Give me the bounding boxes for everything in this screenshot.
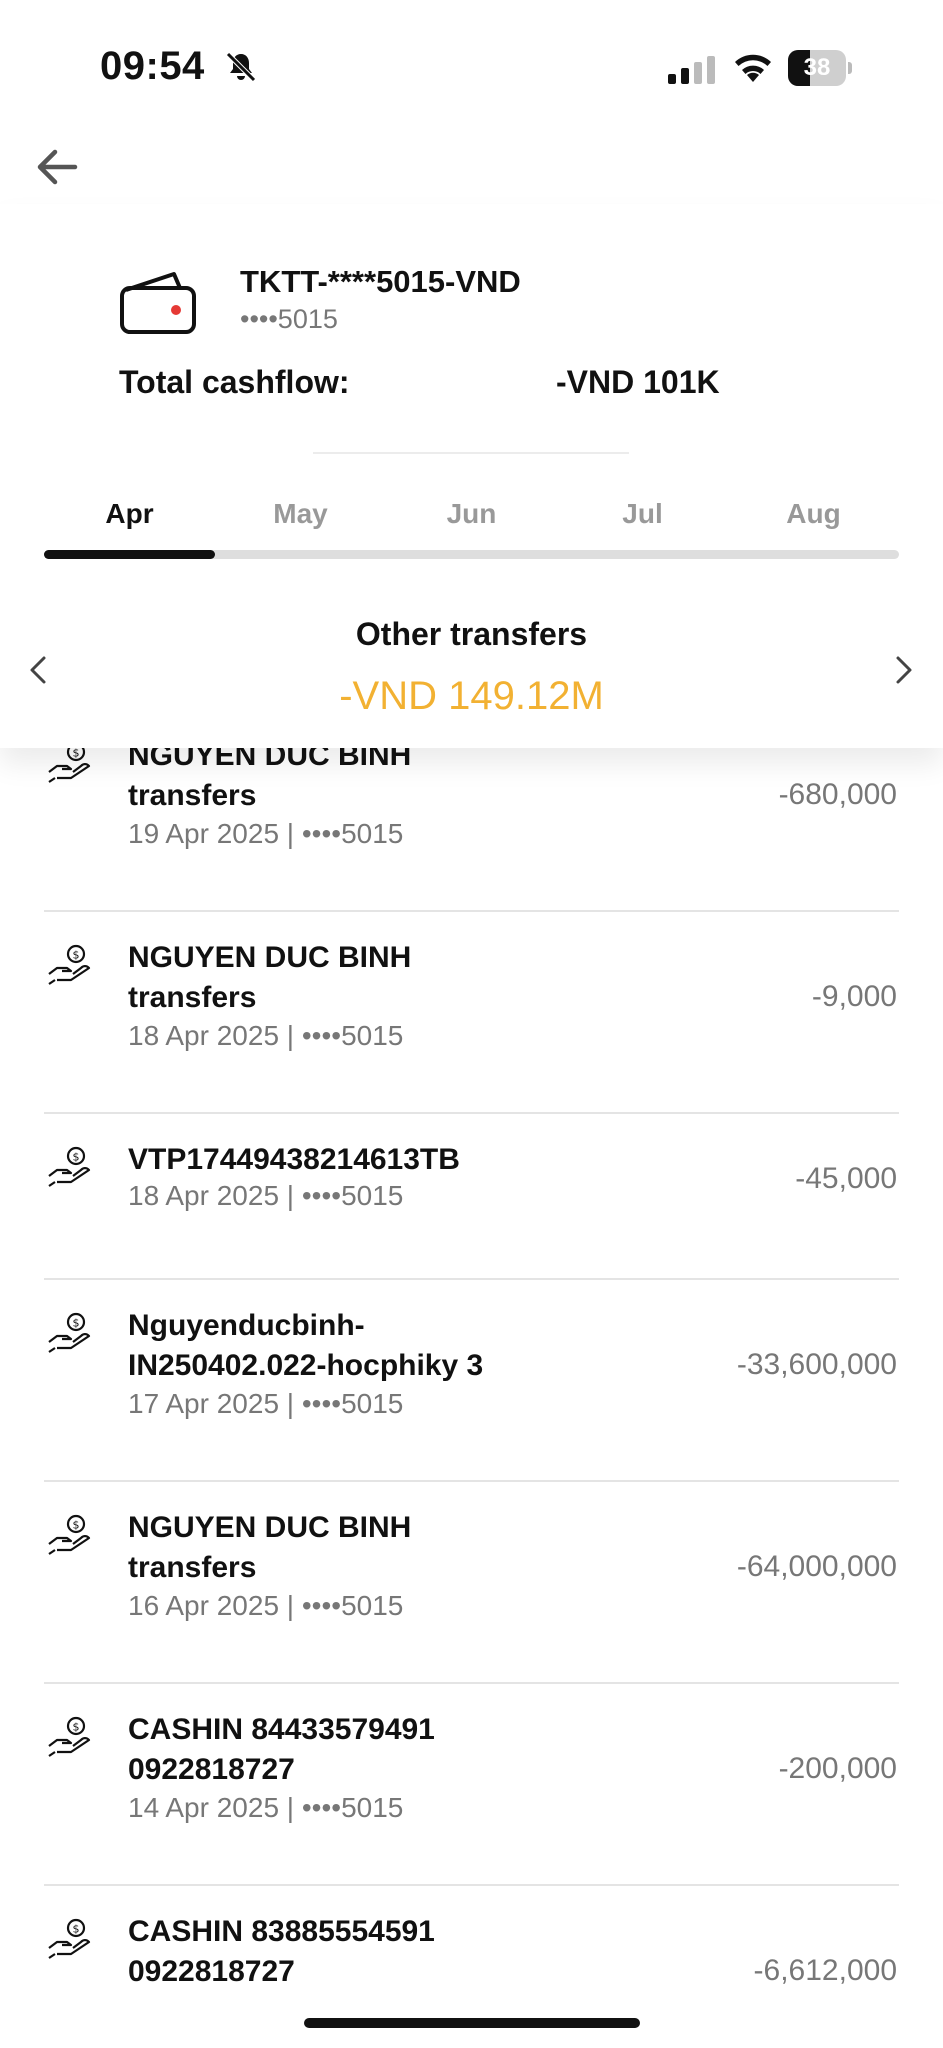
wallet-dot [171,305,181,315]
svg-text:$: $ [73,1317,80,1330]
transaction-title-line2: 0922818727 [128,1753,295,1786]
transaction-amount: -33,600,000 [736,1348,897,1381]
transaction-row[interactable]: $ NGUYEN DUC BINH transfers 18 Apr 2025 … [0,912,943,1114]
tab-aug[interactable]: Aug [728,484,899,544]
transaction-title-line1: NGUYEN DUC BINH [128,941,412,974]
svg-text:$: $ [73,949,80,962]
tab-indicator [44,550,215,559]
money-hand-icon: $ [48,1312,91,1353]
transaction-title: Nguyenducbinh- IN250402.022-hocphiky 3 [128,1306,568,1386]
transaction-amount: -200,000 [778,1752,897,1785]
transaction-title: CASHIN 83885554591 0922818727 [128,1912,568,1992]
money-hand-icon: $ [48,1514,91,1555]
transaction-date: 18 Apr 2025 | ••••5015 [128,1020,404,1051]
transaction-row[interactable]: $ VTP17449438214613TB 18 Apr 2025 | ••••… [0,1114,943,1280]
transaction-title-line1: CASHIN 83885554591 [128,1915,435,1948]
transaction-row[interactable]: $ CASHIN 84433579491 0922818727 14 Apr 2… [0,1684,943,1886]
tab-may[interactable]: May [215,484,386,544]
transaction-title: NGUYEN DUC BINH transfers [128,938,568,1018]
account-summary-card: TKTT-****5015-VND ••••5015 Total cashflo… [0,204,943,748]
chevron-left-icon[interactable] [22,650,56,690]
money-hand-icon: $ [48,1716,91,1757]
account-name: TKTT-****5015-VND [240,264,521,299]
transaction-date: 18 Apr 2025 | ••••5015 [128,1180,404,1211]
transaction-title-line1: CASHIN 84433579491 [128,1713,435,1746]
home-indicator[interactable] [304,2018,640,2028]
transaction-title-line2: transfers [128,981,257,1014]
back-arrow-icon [37,149,78,185]
svg-text:$: $ [73,1923,80,1936]
back-button[interactable] [30,140,84,194]
account-number: ••••5015 [240,304,338,334]
money-hand-icon: $ [48,1918,91,1959]
transaction-title-line1: VTP17449438214613TB [128,1143,460,1176]
svg-text:$: $ [73,1721,80,1734]
transaction-title: CASHIN 84433579491 0922818727 [128,1710,568,1790]
money-hand-icon: $ [48,742,91,783]
transaction-title: VTP17449438214613TB [128,1140,568,1180]
transaction-row[interactable]: $ Nguyenducbinh- IN250402.022-hocphiky 3… [0,1280,943,1482]
bell-slash-icon [226,52,256,82]
category-title: Other transfers [355,616,588,652]
transaction-title-line1: NGUYEN DUC BINH [128,1511,412,1544]
tab-jul[interactable]: Jul [557,484,728,544]
transaction-amount: -9,000 [811,980,897,1013]
money-hand-icon: $ [48,944,91,985]
transaction-date: 14 Apr 2025 | ••••5015 [128,1792,404,1823]
transaction-title-line2: IN250402.022-hocphiky 3 [128,1349,484,1382]
divider [313,452,629,454]
wallet-icon [120,272,196,334]
status-bar: 09:54 38 [0,0,943,140]
transaction-amount: -6,612,000 [753,1954,897,1987]
signal-icon [668,56,715,84]
transaction-title-line2: transfers [128,1551,257,1584]
transaction-row[interactable]: $ NGUYEN DUC BINH transfers 16 Apr 2025 … [0,1482,943,1684]
transaction-title-line2: transfers [128,779,257,812]
tab-apr[interactable]: Apr [44,484,215,544]
wifi-icon [735,54,771,82]
cashflow-label: Total cashflow: [119,364,350,400]
transaction-date: 16 Apr 2025 | ••••5015 [128,1590,404,1621]
transaction-date: 19 Apr 2025 | ••••5015 [128,818,404,849]
tab-jun[interactable]: Jun [386,484,557,544]
month-tabs: Apr May Jun Jul Aug [44,484,899,544]
transaction-title: NGUYEN DUC BINH transfers [128,1508,568,1588]
transaction-amount: -680,000 [778,778,897,811]
cashflow-value: -VND 101K [556,364,720,400]
svg-text:$: $ [73,1519,80,1532]
money-hand-icon: $ [48,1146,91,1187]
category-amount: -VND 149.12M [339,674,604,718]
transaction-title-line2: 0922818727 [128,1955,295,1988]
chevron-right-icon[interactable] [886,650,920,690]
battery-indicator: 38 [788,50,852,86]
transaction-amount: -64,000,000 [736,1550,897,1583]
transaction-amount: -45,000 [795,1162,897,1195]
status-time: 09:54 [100,44,205,88]
transaction-title-line1: Nguyenducbinh- [128,1309,365,1342]
transaction-date: 17 Apr 2025 | ••••5015 [128,1388,404,1419]
transaction-title: NGUYEN DUC BINH transfers [128,736,568,816]
svg-text:$: $ [73,1151,80,1164]
svg-text:$: $ [73,747,80,760]
